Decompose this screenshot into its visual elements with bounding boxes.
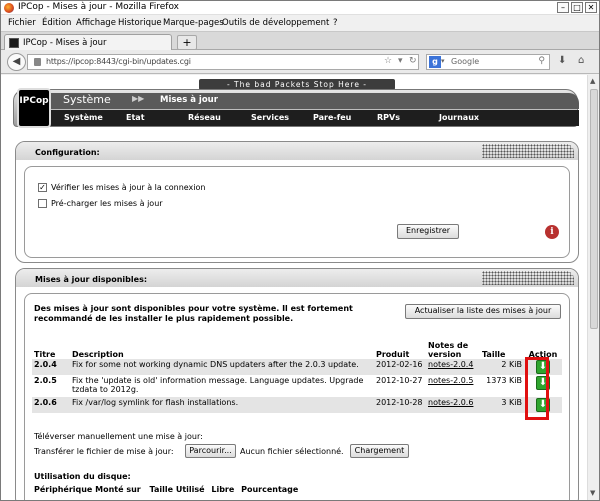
reload-icon[interactable]: ↻ xyxy=(409,56,417,66)
scroll-up-icon[interactable]: ▲ xyxy=(590,77,595,85)
ipcop-favicon-icon xyxy=(9,38,19,48)
search-engine-dropdown-icon[interactable]: ▾ xyxy=(441,57,445,65)
search-box[interactable]: g ▾ Google ⚲ xyxy=(426,54,550,70)
configuration-title: Configuration: xyxy=(35,148,100,157)
search-input[interactable]: Google xyxy=(451,57,479,66)
column-description: Description xyxy=(72,350,124,359)
dropdown-arrow-icon[interactable]: ▾ xyxy=(398,56,403,66)
maximize-button[interactable]: □ xyxy=(571,2,583,13)
page-content: - The bad Packets Stop Here - IPCop Syst… xyxy=(1,75,587,500)
tab-ipcop[interactable]: IPCop - Mises à jour xyxy=(4,34,172,51)
menu-item-services[interactable]: Services xyxy=(251,113,289,122)
column-notes: Notes de version xyxy=(428,341,469,359)
menu-item-journaux[interactable]: Journaux xyxy=(439,113,479,122)
minimize-button[interactable]: – xyxy=(557,2,569,13)
row-title: 2.0.5 xyxy=(34,376,57,385)
tab-bar: IPCop - Mises à jour + xyxy=(1,31,599,51)
search-magnifier-icon[interactable]: ⚲ xyxy=(538,56,545,66)
tab-label: IPCop - Mises à jour xyxy=(23,38,107,48)
row-product: 2012-10-28 xyxy=(376,398,423,407)
row-description: Fix for some not working dynamic DNS upd… xyxy=(72,360,359,369)
google-search-engine-icon[interactable]: g xyxy=(429,56,441,68)
upload-title: Téléverser manuellement une mise à jour: xyxy=(34,432,203,441)
column-size: Taille xyxy=(482,350,506,359)
release-notes-link[interactable]: notes-2.0.5 xyxy=(428,376,473,385)
column-product: Produit xyxy=(376,350,410,359)
download-icon[interactable]: ⬇ xyxy=(558,55,566,66)
browser-window: IPCop - Mises à jour - Mozilla Firefox –… xyxy=(0,0,600,501)
configuration-panel: ✓ Vérifier les mises à jour à la connexi… xyxy=(24,166,570,258)
row-size: 1373 KiB xyxy=(486,376,522,385)
menu-devtools[interactable]: Outils de développement xyxy=(222,18,329,28)
refresh-list-button[interactable]: Actualiser la liste des mises à jour xyxy=(405,304,561,319)
action-highlight-box xyxy=(525,357,549,420)
menu-item-rpvs[interactable]: RPVs xyxy=(377,113,400,122)
row-size: 2 KiB xyxy=(501,360,522,369)
table-row: 2.0.4 Fix for some not working dynamic D… xyxy=(32,359,562,375)
back-button[interactable]: ◀ xyxy=(7,53,26,71)
preload-checkbox[interactable] xyxy=(38,199,47,208)
updates-table: Titre Description Produit Notes de versio… xyxy=(32,338,562,413)
ipcop-header: IPCop Système ▶▶ Mises à jour Système Et… xyxy=(13,88,579,128)
menu-view[interactable]: Affichage xyxy=(76,18,116,28)
menu-item-pare-feu[interactable]: Pare-feu xyxy=(313,113,351,122)
check-connect-checkbox[interactable]: ✓ xyxy=(38,183,47,192)
menu-item-systeme[interactable]: Système xyxy=(64,113,103,122)
info-icon[interactable]: i xyxy=(545,225,559,239)
menu-file[interactable]: Fichier xyxy=(8,18,36,28)
upload-button[interactable]: Chargement xyxy=(350,444,409,458)
scrollbar-thumb[interactable] xyxy=(590,89,598,329)
table-row: 2.0.5 Fix the 'update is old' informatio… xyxy=(32,375,562,397)
disk-usage-title: Utilisation du disque: xyxy=(34,472,131,481)
title-bar: IPCop - Mises à jour - Mozilla Firefox –… xyxy=(1,1,599,15)
section-title: Système xyxy=(63,93,111,106)
menu-history[interactable]: Historique xyxy=(118,18,162,28)
configuration-box: Configuration: ✓ Vérifier les mises à jo… xyxy=(15,141,579,263)
save-button[interactable]: Enregistrer xyxy=(397,224,459,239)
upload-label: Transférer le fichier de mise à jour: xyxy=(34,447,174,456)
no-file-text: Aucun fichier sélectionné. xyxy=(240,447,344,456)
menu-bar: Fichier Édition Affichage Historique Mar… xyxy=(1,16,599,31)
url-bar[interactable]: https://ipcop:8443/cgi-bin/updates.cgi ☆… xyxy=(27,54,419,70)
menu-bookmarks[interactable]: Marque-pages xyxy=(163,18,224,28)
column-title: Titre xyxy=(34,350,56,359)
column-action: Action xyxy=(528,350,558,359)
url-text: https://ipcop:8443/cgi-bin/updates.cgi xyxy=(46,57,191,66)
row-size: 3 KiB xyxy=(501,398,522,407)
row-title: 2.0.4 xyxy=(34,360,57,369)
preload-label: Pré-charger les mises à jour xyxy=(51,199,163,208)
scroll-down-icon[interactable]: ▼ xyxy=(590,489,595,497)
bookmark-star-icon[interactable]: ☆ xyxy=(384,56,392,66)
release-notes-link[interactable]: notes-2.0.4 xyxy=(428,360,473,369)
vertical-scrollbar[interactable]: ▲ ▼ xyxy=(587,75,599,500)
firefox-icon xyxy=(4,3,14,13)
new-tab-button[interactable]: + xyxy=(177,35,197,50)
row-product: 2012-02-16 xyxy=(376,360,423,369)
row-description: Fix the 'update is old' information mess… xyxy=(72,376,364,394)
browse-button[interactable]: Parcourir... xyxy=(185,444,236,458)
menu-edit[interactable]: Édition xyxy=(42,18,71,28)
subsection-title: Mises à jour xyxy=(160,95,218,105)
menu-item-etat[interactable]: Etat xyxy=(126,113,145,122)
breadcrumb-arrow-icon: ▶▶ xyxy=(132,94,145,103)
window-title: IPCop - Mises à jour - Mozilla Firefox xyxy=(18,2,180,12)
row-title: 2.0.6 xyxy=(34,398,57,407)
row-description: Fix /var/log symlink for flash installat… xyxy=(72,398,239,407)
release-notes-link[interactable]: notes-2.0.6 xyxy=(428,398,473,407)
home-icon[interactable]: ⌂ xyxy=(578,55,584,66)
disk-usage-header: Périphérique Monté sur Taille Utilisé Li… xyxy=(34,485,299,494)
check-connect-label: Vérifier les mises à jour à la connexion xyxy=(51,183,206,192)
lock-icon xyxy=(34,58,41,66)
updates-message: Des mises à jour sont disponibles pour v… xyxy=(34,304,353,323)
navigation-bar: ◀ https://ipcop:8443/cgi-bin/updates.cgi… xyxy=(1,50,599,74)
row-product: 2012-10-27 xyxy=(376,376,423,385)
updates-title: Mises à jour disponibles: xyxy=(35,275,148,284)
menu-help[interactable]: ? xyxy=(333,18,338,28)
ipcop-logo: IPCop xyxy=(17,88,51,128)
close-button[interactable]: ✕ xyxy=(585,2,597,13)
menu-item-reseau[interactable]: Réseau xyxy=(188,113,221,122)
updates-panel: Des mises à jour sont disponibles pour v… xyxy=(24,293,570,500)
updates-box: Mises à jour disponibles: Des mises à jo… xyxy=(15,268,579,500)
table-row: 2.0.6 Fix /var/log symlink for flash ins… xyxy=(32,397,562,413)
